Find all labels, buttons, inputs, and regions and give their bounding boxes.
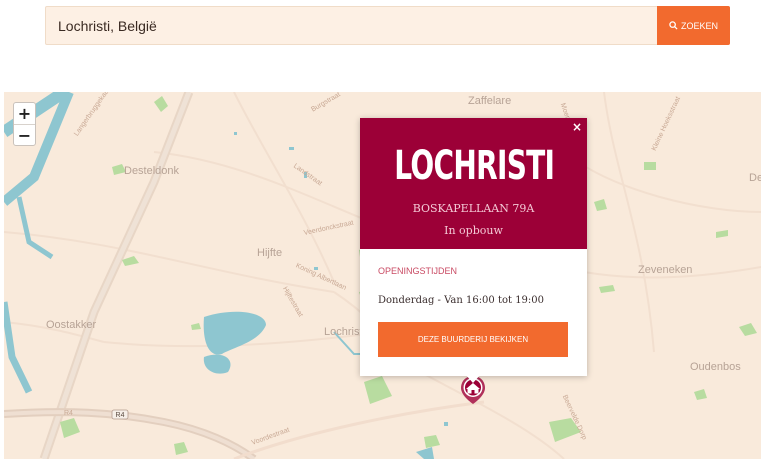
place-desteldonk: Desteldonk: [124, 165, 180, 177]
zoom-in-button[interactable]: +: [14, 103, 35, 124]
zoom-control: + −: [13, 102, 36, 146]
r4-shield: R4: [116, 412, 125, 419]
popup-tip: [465, 374, 481, 383]
search-button[interactable]: ZOEKEN: [657, 6, 730, 45]
hours-label: OPENINGSTIJDEN: [378, 266, 458, 276]
place-oudenbos: Oudenbos: [690, 361, 741, 373]
place-de: De: [749, 172, 761, 184]
place-oostakker: Oostakker: [46, 319, 97, 331]
hours-text: Donderdag - Van 16:00 tot 19:00: [378, 295, 545, 306]
search-icon: [669, 21, 678, 30]
popup-status: In opbouw: [444, 224, 503, 237]
location-popup: × LOCHRISTI BOSKAPELLAAN 79A In opbouw O…: [360, 118, 587, 383]
place-hijfte: Hijfte: [257, 247, 283, 259]
popup-header: × LOCHRISTI BOSKAPELLAAN 79A In opbouw: [360, 118, 587, 249]
popup-title: LOCHRISTI: [394, 143, 555, 189]
map[interactable]: R4 Zaffelare Desteldonk Hijfte Oostakker…: [4, 92, 761, 459]
popup-body: OPENINGSTIJDEN Donderdag - Van 16:00 tot…: [360, 249, 587, 357]
place-zaffelare: Zaffelare: [468, 95, 512, 107]
popup-address: BOSKAPELLAAN 79A: [412, 202, 535, 215]
close-icon[interactable]: ×: [572, 120, 582, 134]
search-bar: ZOEKEN: [45, 6, 730, 45]
zoom-out-button[interactable]: −: [14, 124, 35, 145]
view-buurderij-button[interactable]: DEZE BUURDERIJ BEKIJKEN: [378, 322, 568, 357]
place-lochristi: Lochristi: [324, 326, 365, 338]
place-zeveneken: Zeveneken: [638, 264, 693, 276]
page: ZOEKEN: [0, 0, 761, 459]
search-button-label: ZOEKEN: [680, 20, 718, 31]
street-r4: R4: [64, 410, 73, 417]
search-input[interactable]: [46, 7, 658, 44]
